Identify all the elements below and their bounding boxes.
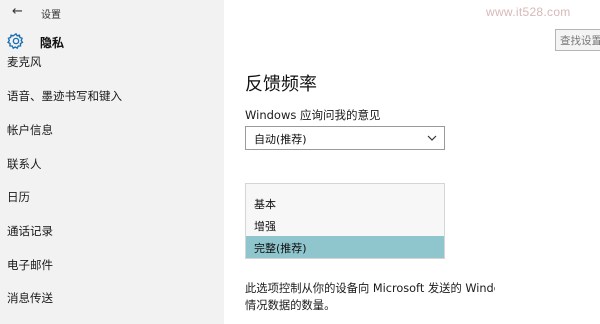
sidebar-item-messaging[interactable]: 消息传送 xyxy=(0,284,224,312)
sidebar-item-label: 语音、墨迹书写和键入 xyxy=(7,89,122,103)
option-label: 完整(推荐) xyxy=(254,242,307,255)
section-title: 反馈频率 xyxy=(245,74,317,95)
option-label: 基本 xyxy=(254,198,276,211)
description-line-1: 此选项控制从你的设备向 Microsoft 发送的 Windows xyxy=(245,282,495,295)
sidebar-item-label: 通话记录 xyxy=(7,224,53,238)
sidebar-item-contacts[interactable]: 联系人 xyxy=(0,150,224,178)
sidebar-item-label: 电子邮件 xyxy=(7,258,53,272)
chevron-down-icon xyxy=(427,135,437,141)
sidebar-item-label: 消息传送 xyxy=(7,291,53,305)
feedback-frequency-dropdown[interactable]: 自动(推荐) xyxy=(245,126,445,150)
sidebar-item-label: 日历 xyxy=(7,190,30,204)
sidebar-item-label: 麦克风 xyxy=(7,55,42,69)
back-arrow-icon[interactable]: ← xyxy=(12,4,23,20)
description-line-2: 情况数据的数量。 xyxy=(245,299,336,312)
sidebar-item-call-history[interactable]: 通话记录 xyxy=(0,217,224,245)
title-bar: ← 设置 xyxy=(0,0,224,26)
feedback-question-label: Windows 应询问我的意见 xyxy=(245,108,381,122)
watermark: www.it528.com xyxy=(486,5,571,19)
search-input[interactable]: 查找设置 xyxy=(555,29,600,51)
dropdown-value: 自动(推荐) xyxy=(254,133,307,146)
sidebar-item-microphone[interactable]: 麦克风 xyxy=(0,48,224,76)
sidebar: ← 设置 隐私 麦克风 语音、墨迹书写和键入 帐户信息 联系人 日历 通话记录 … xyxy=(0,0,224,324)
description-text: 此选项控制从你的设备向 Microsoft 发送的 Windows 情况数据的数… xyxy=(245,280,495,314)
diagnostic-data-options-list: 基本 增强 完整(推荐) xyxy=(245,183,445,259)
sidebar-item-speech-inking-typing[interactable]: 语音、墨迹书写和键入 xyxy=(0,82,224,110)
app-title: 设置 xyxy=(41,10,61,21)
sidebar-item-label: 联系人 xyxy=(7,157,42,171)
sidebar-item-label: 帐户信息 xyxy=(7,123,53,137)
option-basic[interactable]: 基本 xyxy=(246,192,444,214)
sidebar-item-calendar[interactable]: 日历 xyxy=(0,183,224,211)
option-enhanced[interactable]: 增强 xyxy=(246,214,444,236)
sidebar-item-account-info[interactable]: 帐户信息 xyxy=(0,116,224,144)
sidebar-item-email[interactable]: 电子邮件 xyxy=(0,251,224,279)
option-full-recommended[interactable]: 完整(推荐) xyxy=(246,236,444,258)
option-label: 增强 xyxy=(254,220,276,233)
